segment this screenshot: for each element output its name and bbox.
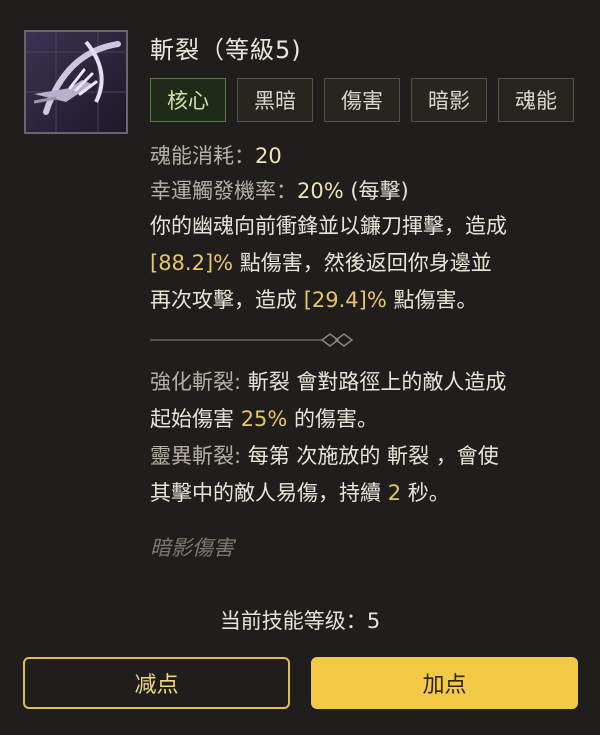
essence-cost-value: 20 [255, 144, 282, 168]
lucky-hit-suffix: (每擊) [343, 179, 409, 203]
damage-value-2: [29.4]% [303, 288, 387, 312]
lucky-hit-label: 幸運觸發機率： [150, 179, 297, 203]
tag-darkness: 黑暗 [237, 78, 313, 122]
tag-essence: 魂能 [498, 78, 574, 122]
lucky-hit-value: 20% [297, 179, 344, 203]
damage-type-label: 暗影傷害 [150, 536, 234, 560]
lucky-hit-line: 幸運觸發機率：20% (每擊) [150, 175, 409, 205]
upgrade-1-label: 強化斬裂: [150, 370, 242, 394]
damage-value-1: [88.2]% [150, 251, 234, 275]
skill-tooltip-panel: 斬裂（等級5) 核心 黑暗 傷害 暗影 魂能 魂能消耗：20 幸運觸發機率：20… [0, 0, 600, 735]
upgrade-1-value: 25% [240, 407, 288, 431]
skill-level-label: 当前技能等级： [219, 609, 367, 633]
scythe-hand-icon [24, 30, 128, 134]
skill-tags: 核心 黑暗 傷害 暗影 魂能 [150, 78, 574, 122]
upgrade-2-line-2: 其擊中的敵人易傷，持續 2 秒。 [150, 481, 450, 505]
skill-description: 你的幽魂向前衝鋒並以鐮刀揮擊，造成 [88.2]% 點傷害，然後返回你身邊並 再… [150, 208, 590, 319]
skill-title: 斬裂（等級5) [150, 36, 302, 64]
tag-core: 核心 [150, 78, 226, 122]
upgrade-2-label: 靈異斬裂: [150, 444, 242, 468]
decrease-point-button[interactable]: 减点 [23, 657, 290, 709]
essence-cost-line: 魂能消耗：20 [150, 140, 282, 170]
essence-cost-label: 魂能消耗： [150, 144, 255, 168]
section-divider [150, 333, 354, 347]
desc-line-1: 你的幽魂向前衝鋒並以鐮刀揮擊，造成 [150, 214, 507, 238]
tag-shadow: 暗影 [411, 78, 487, 122]
desc-line-3: 再次攻擊，造成 [29.4]% 點傷害。 [150, 288, 478, 312]
current-skill-level: 当前技能等级：5 [0, 605, 600, 635]
increase-point-button[interactable]: 加点 [311, 657, 578, 709]
skill-level-value: 5 [366, 609, 381, 633]
skill-upgrades: 強化斬裂: 斬裂 會對路徑上的敵人造成 起始傷害 25% 的傷害。 靈異斬裂: … [150, 364, 590, 512]
upgrade-2-value: 2 [387, 481, 402, 505]
tag-damage: 傷害 [324, 78, 400, 122]
upgrade-2-line-1: 靈異斬裂: 每第 次施放的 斬裂 ，會使 [150, 444, 499, 468]
upgrade-1-line-1: 強化斬裂: 斬裂 會對路徑上的敵人造成 [150, 370, 507, 394]
upgrade-1-line-2: 起始傷害 25% 的傷害。 [150, 407, 379, 431]
desc-line-2: [88.2]% 點傷害，然後返回你身邊並 [150, 251, 492, 275]
